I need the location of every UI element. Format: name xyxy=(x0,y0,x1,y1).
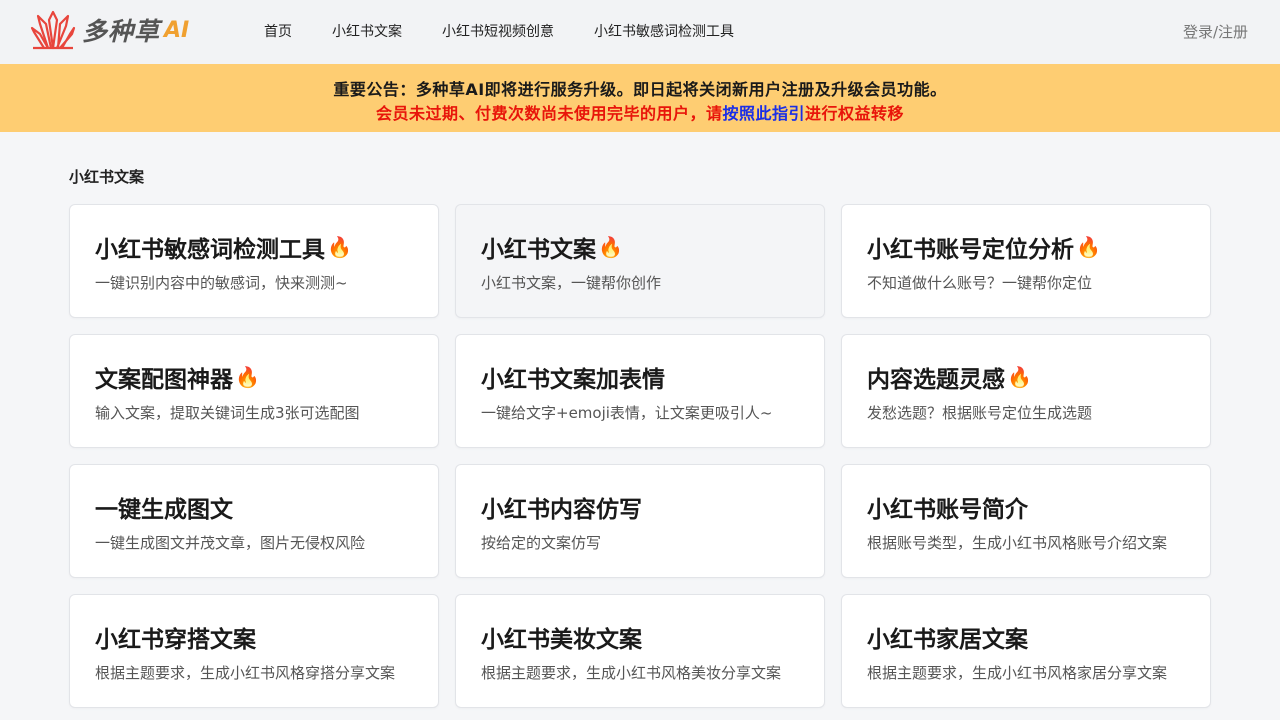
card-title: 小红书家居文案 xyxy=(867,621,1186,653)
fire-icon: 🔥 xyxy=(1007,365,1032,389)
card-description: 小红书文案，一键帮你创作 xyxy=(481,274,662,292)
card-description: 一键生成图文并茂文章，图片无侵权风险 xyxy=(95,534,366,552)
card-title: 小红书文案加表情 xyxy=(481,361,800,393)
card-description: 根据账号类型，生成小红书风格账号介绍文案 xyxy=(867,534,1168,552)
tool-card-outfit-copy[interactable]: 小红书穿搭文案 根据主题要求，生成小红书风格穿搭分享文案 xyxy=(69,594,439,708)
card-title: 小红书美妆文案 xyxy=(481,621,800,653)
tool-card-topic-inspiration[interactable]: 内容选题灵感 🔥 发愁选题？根据账号定位生成选题 xyxy=(841,334,1211,448)
card-title-text: 小红书敏感词检测工具 xyxy=(95,237,325,263)
announcement-line-1: 重要公告：多种草AI即将进行服务升级。即日起将关闭新用户注册及升级会员功能。 xyxy=(333,80,947,99)
announcement-line-2-suffix: 进行权益转移 xyxy=(805,104,905,123)
tool-card-xhs-copywriting[interactable]: 小红书文案 🔥 小红书文案，一键帮你创作 xyxy=(455,204,825,318)
card-description: 根据主题要求，生成小红书风格家居分享文案 xyxy=(867,664,1168,682)
login-register-link[interactable]: 登录/注册 xyxy=(1183,0,1248,64)
fire-icon: 🔥 xyxy=(327,235,352,259)
card-title-text: 小红书内容仿写 xyxy=(481,497,642,523)
nav-item-home[interactable]: 首页 xyxy=(248,0,308,64)
fire-icon: 🔥 xyxy=(1076,235,1101,259)
card-title: 小红书文案 🔥 xyxy=(481,231,800,263)
logo-text: 多种草 xyxy=(82,17,161,46)
card-description: 根据主题要求，生成小红书风格美妆分享文案 xyxy=(481,664,782,682)
tool-card-content-rewrite[interactable]: 小红书内容仿写 按给定的文案仿写 xyxy=(455,464,825,578)
guide-link[interactable]: 按照此指引 xyxy=(722,104,805,123)
tool-card-image-matcher[interactable]: 文案配图神器 🔥 输入文案，提取关键词生成3张可选配图 xyxy=(69,334,439,448)
tool-card-sensitive-word-detector[interactable]: 小红书敏感词检测工具 🔥 一键识别内容中的敏感词，快来测测~ xyxy=(69,204,439,318)
tool-card-grid: 小红书敏感词检测工具 🔥 一键识别内容中的敏感词，快来测测~ 小红书文案 🔥 小红书… xyxy=(69,204,1211,708)
main-nav: 首页 小红书文案 小红书短视频创意 小红书敏感词检测工具 xyxy=(248,0,750,64)
logo[interactable]: 多种草 AI xyxy=(30,8,189,52)
nav-item-xhs-copywriting[interactable]: 小红书文案 xyxy=(316,0,418,64)
tool-card-makeup-copy[interactable]: 小红书美妆文案 根据主题要求，生成小红书风格美妆分享文案 xyxy=(455,594,825,708)
card-description: 根据主题要求，生成小红书风格穿搭分享文案 xyxy=(95,664,396,682)
card-description: 不知道做什么账号？一键帮你定位 xyxy=(867,274,1093,292)
section-title: 小红书文案 xyxy=(69,168,145,186)
card-title: 内容选题灵感 🔥 xyxy=(867,361,1186,393)
fire-icon: 🔥 xyxy=(598,235,623,259)
card-title-text: 小红书账号简介 xyxy=(867,497,1028,523)
card-title-text: 小红书文案 xyxy=(481,237,596,263)
card-title-text: 一键生成图文 xyxy=(95,497,233,523)
tool-card-account-bio[interactable]: 小红书账号简介 根据账号类型，生成小红书风格账号介绍文案 xyxy=(841,464,1211,578)
card-title-text: 小红书家居文案 xyxy=(867,627,1028,653)
card-title: 小红书敏感词检测工具 🔥 xyxy=(95,231,414,263)
card-description: 按给定的文案仿写 xyxy=(481,534,602,552)
nav-item-short-video-ideas[interactable]: 小红书短视频创意 xyxy=(426,0,570,64)
card-title-text: 小红书账号定位分析 xyxy=(867,237,1074,263)
top-bar: 多种草 AI 首页 小红书文案 小红书短视频创意 小红书敏感词检测工具 登录/注… xyxy=(0,0,1280,64)
announcement-line-2: 会员未过期、付费次数尚未使用完毕的用户，请按照此指引进行权益转移 xyxy=(0,100,1280,124)
card-title-text: 小红书美妆文案 xyxy=(481,627,642,653)
card-title: 一键生成图文 xyxy=(95,491,414,523)
card-description: 发愁选题？根据账号定位生成选题 xyxy=(867,404,1093,422)
card-title: 小红书内容仿写 xyxy=(481,491,800,523)
announcement-banner: 重要公告：多种草AI即将进行服务升级。即日起将关闭新用户注册及升级会员功能。 会… xyxy=(0,64,1280,132)
card-description: 输入文案，提取关键词生成3张可选配图 xyxy=(95,404,360,422)
card-title: 文案配图神器 🔥 xyxy=(95,361,414,393)
card-title: 小红书账号定位分析 🔥 xyxy=(867,231,1186,263)
card-title: 小红书穿搭文案 xyxy=(95,621,414,653)
grass-logo-icon xyxy=(30,10,76,50)
announcement-line-2-prefix: 会员未过期、付费次数尚未使用完毕的用户，请 xyxy=(375,104,723,123)
tool-card-home-copy[interactable]: 小红书家居文案 根据主题要求，生成小红书风格家居分享文案 xyxy=(841,594,1211,708)
tool-card-add-emoji[interactable]: 小红书文案加表情 一键给文字+emoji表情，让文案更吸引人~ xyxy=(455,334,825,448)
logo-ai-text: AI xyxy=(164,17,190,43)
card-title-text: 内容选题灵感 xyxy=(867,367,1005,393)
card-description: 一键识别内容中的敏感词，快来测测~ xyxy=(95,274,348,292)
tool-card-account-positioning[interactable]: 小红书账号定位分析 🔥 不知道做什么账号？一键帮你定位 xyxy=(841,204,1211,318)
card-title-text: 小红书文案加表情 xyxy=(481,367,665,393)
nav-item-sensitive-word-tool[interactable]: 小红书敏感词检测工具 xyxy=(578,0,750,64)
card-description: 一键给文字+emoji表情，让文案更吸引人~ xyxy=(481,404,773,422)
card-title-text: 文案配图神器 xyxy=(95,367,233,393)
tool-card-generate-article[interactable]: 一键生成图文 一键生成图文并茂文章，图片无侵权风险 xyxy=(69,464,439,578)
card-title: 小红书账号简介 xyxy=(867,491,1186,523)
card-title-text: 小红书穿搭文案 xyxy=(95,627,256,653)
fire-icon: 🔥 xyxy=(235,365,260,389)
